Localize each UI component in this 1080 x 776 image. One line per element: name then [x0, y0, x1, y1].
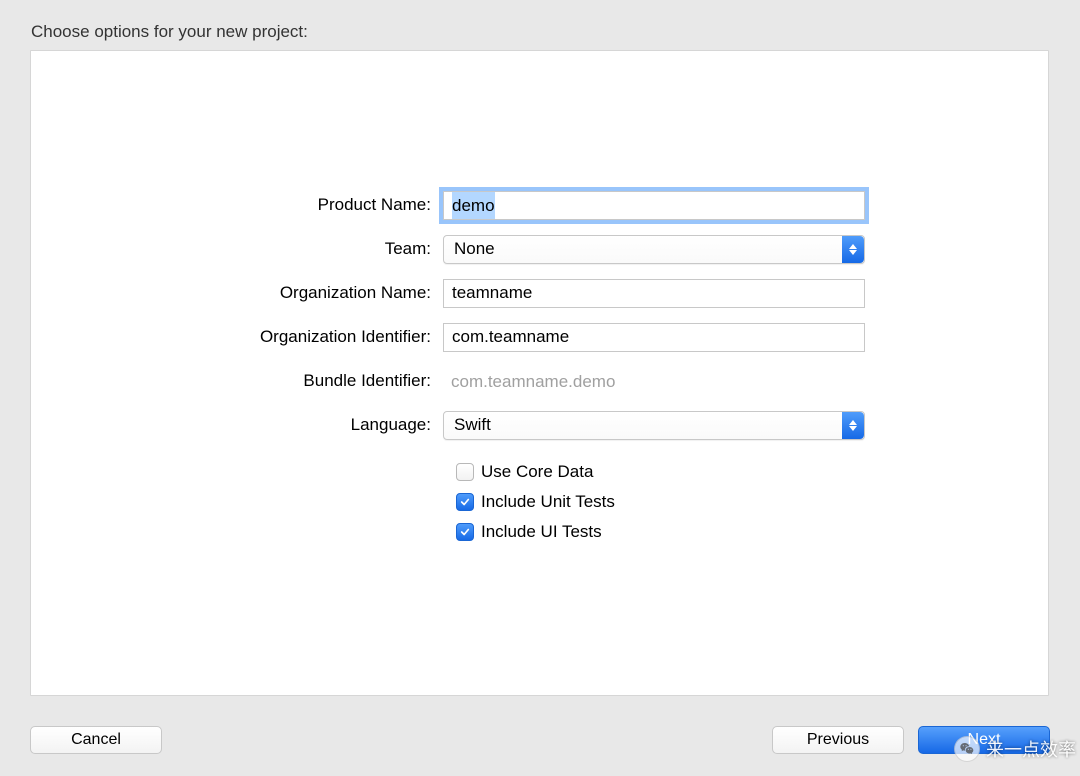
label-bundle-identifier: Bundle Identifier: — [31, 371, 443, 391]
page-title: Choose options for your new project: — [0, 0, 1080, 42]
checkmark-icon — [460, 527, 470, 537]
organization-name-field[interactable] — [443, 279, 865, 308]
row-bundle-identifier: Bundle Identifier: com.teamname.demo — [31, 359, 1048, 403]
use-core-data-checkbox[interactable] — [456, 463, 474, 481]
next-button[interactable]: Next — [918, 726, 1050, 754]
chevron-updown-icon — [842, 412, 864, 439]
footer: Cancel Previous Next — [30, 726, 1050, 754]
previous-button[interactable]: Previous — [772, 726, 904, 754]
language-dropdown[interactable]: Swift — [443, 411, 865, 440]
row-include-unit-tests: Include Unit Tests — [31, 487, 1048, 517]
use-core-data-label: Use Core Data — [481, 462, 593, 482]
organization-identifier-field[interactable] — [443, 323, 865, 352]
chevron-updown-icon — [842, 236, 864, 263]
product-name-field[interactable]: demo — [443, 191, 865, 220]
row-product-name: Product Name: demo — [31, 183, 1048, 227]
label-organization-name: Organization Name: — [31, 283, 443, 303]
row-language: Language: Swift — [31, 403, 1048, 447]
row-team: Team: None — [31, 227, 1048, 271]
team-dropdown[interactable]: None — [443, 235, 865, 264]
include-ui-tests-label: Include UI Tests — [481, 522, 602, 542]
checkmark-icon — [460, 497, 470, 507]
label-language: Language: — [31, 415, 443, 435]
label-team: Team: — [31, 239, 443, 259]
row-organization-name: Organization Name: — [31, 271, 1048, 315]
label-organization-identifier: Organization Identifier: — [31, 327, 443, 347]
row-use-core-data: Use Core Data — [31, 457, 1048, 487]
row-include-ui-tests: Include UI Tests — [31, 517, 1048, 547]
label-product-name: Product Name: — [31, 195, 443, 215]
include-unit-tests-label: Include Unit Tests — [481, 492, 615, 512]
row-organization-identifier: Organization Identifier: — [31, 315, 1048, 359]
bundle-identifier-value: com.teamname.demo — [443, 367, 865, 396]
include-ui-tests-checkbox[interactable] — [456, 523, 474, 541]
cancel-button[interactable]: Cancel — [30, 726, 162, 754]
include-unit-tests-checkbox[interactable] — [456, 493, 474, 511]
form-panel: Product Name: demo Team: None Organizati… — [30, 50, 1049, 696]
